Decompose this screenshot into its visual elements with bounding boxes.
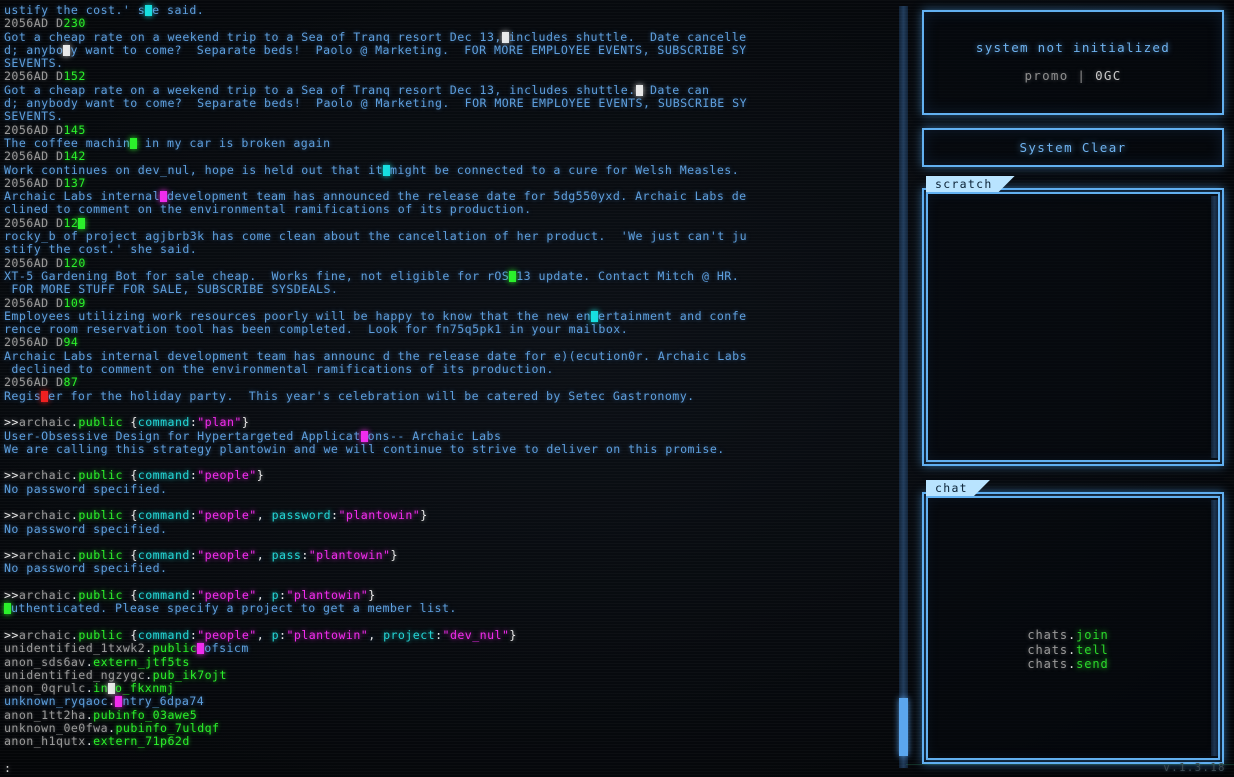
message-body-line: SEVENTS.	[4, 56, 64, 71]
message-body-line: Work continues on dev_nul, hope is held …	[4, 162, 740, 177]
chat-command-item[interactable]: chats.send	[930, 657, 1206, 672]
message-body-line: uthenticated. Please specify a project t…	[4, 602, 906, 615]
status-panel: system not initialized promo | 0GC	[922, 10, 1224, 115]
chat-command-object: chats	[1027, 628, 1068, 642]
sidebar-divider	[906, 764, 1234, 765]
message-body-line: ustify the cost.' se said.	[4, 3, 205, 17]
message-body-line: User-Obsessive Design for Hypertargeted …	[4, 428, 502, 443]
system-clear-label: System Clear	[1019, 140, 1127, 155]
chat-command-item[interactable]: chats.tell	[930, 643, 1206, 658]
command-echo-line[interactable]: >>archaic.public {command:"people"}	[4, 469, 906, 482]
message-body-line: d; anybo y want to come? Separate beds! P…	[4, 42, 747, 57]
glitch-block	[78, 217, 86, 229]
app-root: ustify the cost.' se said. 2056AD D230 Got…	[0, 0, 1234, 777]
terminal-output[interactable]: ustify the cost.' se said. 2056AD D230 Got…	[0, 0, 906, 777]
message-body-line: Got a cheap rate on a weekend trip to a …	[4, 29, 747, 44]
chat-scrollbar[interactable]	[1211, 500, 1218, 756]
scratch-panel-title: scratch	[926, 176, 1015, 192]
chat-command-dot: .	[1068, 628, 1077, 642]
message-body-line: declined to comment on the environmental…	[4, 362, 554, 377]
message-body-line: clined to comment on the environmental r…	[4, 202, 532, 217]
scratch-scrollbar[interactable]	[1211, 196, 1218, 458]
message-timestamp: 2056AD D94	[4, 335, 79, 350]
message-body-line: No password specified.	[4, 521, 168, 536]
chat-command-dot: .	[1068, 657, 1077, 671]
promo-label: promo |	[1024, 68, 1096, 83]
member-list-item[interactable]: anon_h1qutx.extern_71p62d	[4, 735, 906, 748]
scratch-panel-body[interactable]	[930, 196, 1206, 458]
member-list-item[interactable]: unknown_ryqaoc. ntry_6dpa74	[4, 695, 906, 708]
chat-panel[interactable]: chat chats.join chats.tell chats.send	[922, 492, 1224, 764]
promo-balance: promo | 0GC	[924, 68, 1222, 83]
glitch-block	[360, 430, 368, 442]
message-body-line: The coffee machin in my car is broken ag…	[4, 135, 331, 150]
message-body-line: Regis er for the holiday party. This year…	[4, 388, 695, 403]
glitch-block	[382, 164, 390, 176]
glitch-block	[108, 683, 116, 695]
chat-command-function: join	[1076, 628, 1109, 642]
message-body-line: We are calling this strategy plantowin a…	[4, 441, 725, 456]
chat-panel-title: chat	[926, 480, 990, 496]
chat-command-function: send	[1076, 657, 1109, 671]
chat-command-object: chats	[1027, 657, 1068, 671]
message-body-line: FOR MORE STUFF FOR SALE, SUBSCRIBE SYSDE…	[4, 282, 339, 297]
member-list-item[interactable]: unidentified_1txwk2.public ofsicm	[4, 642, 906, 655]
message-timestamp: 2056AD D109	[4, 295, 86, 310]
message-timestamp: 2056AD D87	[4, 375, 79, 390]
message-body-line: No password specified.	[4, 481, 168, 496]
message-timestamp: 2056AD D230	[4, 16, 86, 31]
sidebar: system not initialized promo | 0GC Syste…	[906, 0, 1234, 777]
message-timestamp: 2056AD D152	[4, 69, 86, 84]
message-timestamp: 2056AD D145	[4, 122, 86, 137]
scratch-panel[interactable]: scratch	[922, 188, 1224, 466]
message-body-line: SEVENTS.	[4, 109, 64, 124]
message-body-line: d; anybody want to come? Separate beds! …	[4, 96, 748, 111]
command-echo-line[interactable]: >>archaic.public {command:"people", pass…	[4, 509, 906, 522]
member-list-item[interactable]: anon_sds6av.extern_jtf5ts	[4, 655, 906, 669]
glitch-block	[635, 84, 643, 96]
chat-command-function: tell	[1076, 642, 1109, 657]
command-prompt[interactable]: :	[4, 761, 906, 775]
command-echo-line[interactable]: >>archaic.public {command:"plan"}	[4, 416, 906, 429]
system-clear-button[interactable]: System Clear	[922, 128, 1224, 167]
glitch-block	[590, 310, 598, 322]
message-body-line: No password specified.	[4, 561, 168, 576]
promo-value: 0GC	[1095, 68, 1122, 83]
glitch-block	[4, 603, 11, 615]
chat-command-dot: .	[1068, 642, 1077, 657]
chat-command-object: chats	[1027, 642, 1068, 657]
status-message: system not initialized	[975, 40, 1171, 55]
chat-panel-body[interactable]: chats.join chats.tell chats.send	[930, 500, 1206, 756]
glitch-block	[160, 191, 168, 203]
chat-command-list: chats.join chats.tell chats.send	[930, 628, 1206, 672]
chat-command-item[interactable]: chats.join	[930, 628, 1206, 643]
message-timestamp: 2056AD D120	[4, 255, 86, 270]
message-body-line: rence room reservation tool has been com…	[4, 322, 629, 337]
glitch-block	[501, 31, 509, 43]
message-timestamp: 2056AD D142	[4, 149, 86, 164]
message-body-line: stify the cost.' she said.	[4, 242, 198, 257]
